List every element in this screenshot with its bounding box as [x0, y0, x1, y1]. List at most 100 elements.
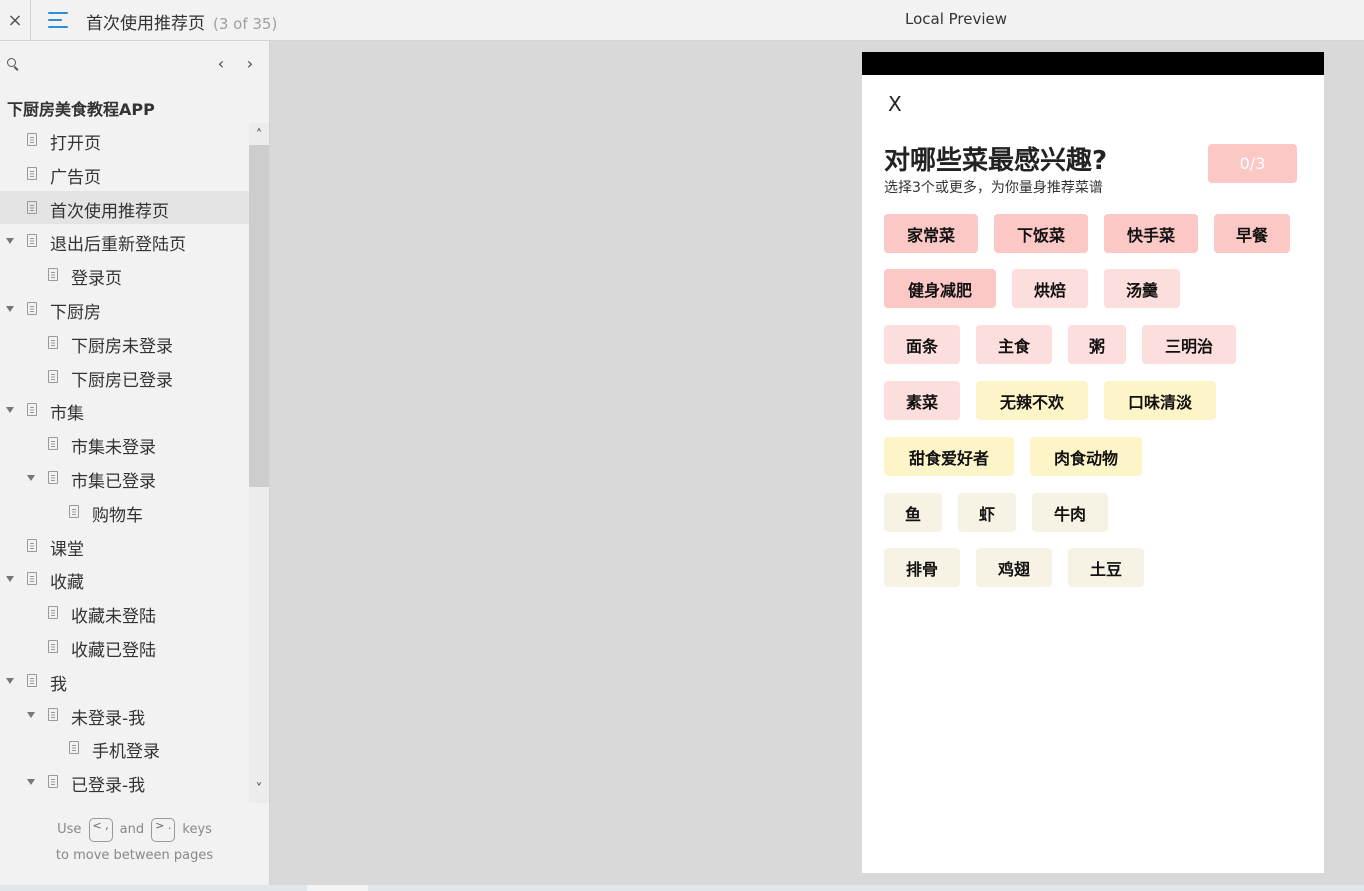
- search-icon[interactable]: [7, 58, 16, 67]
- interest-tag[interactable]: 三明治: [1142, 325, 1236, 364]
- expand-arrow-icon[interactable]: [6, 407, 14, 414]
- interest-tag[interactable]: 粥: [1068, 325, 1126, 364]
- tree-item[interactable]: 退出后重新登陆页: [0, 224, 249, 258]
- tree-item-label: 我: [50, 674, 67, 695]
- close-button[interactable]: X: [888, 92, 902, 116]
- expand-arrow-icon[interactable]: [27, 779, 35, 786]
- tree-item[interactable]: 未登录-我: [0, 698, 249, 732]
- interest-tag[interactable]: 面条: [884, 325, 960, 364]
- interest-tag[interactable]: 汤羹: [1104, 269, 1180, 308]
- interest-tag[interactable]: 鸡翅: [976, 548, 1052, 587]
- interest-tag[interactable]: 家常菜: [884, 214, 978, 253]
- page-doc-icon: [48, 470, 58, 484]
- tree-item[interactable]: 已登录-我: [0, 765, 249, 799]
- expand-arrow-icon[interactable]: [6, 576, 14, 583]
- interest-tag[interactable]: 鱼: [884, 493, 942, 532]
- expand-arrow-icon[interactable]: [27, 711, 35, 718]
- tree-item[interactable]: 购物车: [0, 495, 249, 529]
- tree-item[interactable]: 我: [0, 664, 249, 698]
- interest-tag[interactable]: 快手菜: [1104, 214, 1198, 253]
- hint-keys: keys: [182, 822, 212, 837]
- interest-tag[interactable]: 肉食动物: [1030, 437, 1142, 476]
- tree-item[interactable]: 下厨房已登录: [0, 360, 249, 394]
- scroll-down-icon[interactable]: ˅: [249, 779, 269, 799]
- question-title: 对哪些菜最感兴趣?: [884, 146, 1108, 176]
- tree-item-label: 市集已登录: [71, 471, 156, 492]
- scroll-up-icon[interactable]: ˄: [249, 125, 269, 145]
- expand-arrow-icon[interactable]: [27, 474, 35, 481]
- tree-item[interactable]: 下厨房未登录: [0, 326, 249, 360]
- prev-page-button[interactable]: ‹: [213, 53, 229, 73]
- page-title-text: 首次使用推荐页: [86, 14, 205, 34]
- next-page-button[interactable]: ›: [242, 53, 258, 73]
- tree-item-label: 收藏: [50, 573, 84, 594]
- tree-item-label: 手机登录: [92, 742, 160, 763]
- page-doc-icon: [48, 606, 58, 620]
- interest-tag[interactable]: 素菜: [884, 381, 960, 420]
- hint-and: and: [119, 822, 145, 837]
- tree-item[interactable]: 市集未登录: [0, 427, 249, 461]
- interest-tag[interactable]: 烘焙: [1012, 269, 1088, 308]
- tree-item[interactable]: 手机登录: [0, 731, 249, 765]
- interest-tag[interactable]: 主食: [976, 325, 1052, 364]
- tree-item[interactable]: 广告页: [0, 157, 249, 191]
- tree-item-label: 退出后重新登陆页: [50, 235, 186, 256]
- phone-preview: X 对哪些菜最感兴趣? 选择3个或更多，为你量身推荐菜谱 0/3 家常菜 下饭菜快…: [862, 52, 1324, 873]
- tree-item[interactable]: 市集已登录: [0, 461, 249, 495]
- tree-item[interactable]: 收藏未登陆: [0, 596, 249, 630]
- page-doc-icon: [27, 572, 37, 586]
- interest-tag[interactable]: 牛肉: [1032, 493, 1108, 532]
- tree-item-label: 收藏已登陆: [71, 640, 156, 661]
- tree-item[interactable]: 市集: [0, 393, 249, 427]
- tree-item-label: 市集: [50, 404, 84, 425]
- tree-item-label: 下厨房未登录: [71, 336, 173, 357]
- hamburger-menu-icon[interactable]: [48, 10, 68, 30]
- page-doc-icon: [48, 775, 58, 789]
- page-doc-icon: [48, 335, 58, 349]
- interest-tag[interactable]: 早餐: [1214, 214, 1290, 253]
- page-doc-icon: [48, 437, 58, 451]
- interest-tag[interactable]: 虾: [958, 493, 1016, 532]
- tree-item[interactable]: 首次使用推荐页: [0, 190, 249, 225]
- scrollbar-thumb[interactable]: [249, 145, 269, 487]
- expand-arrow-icon[interactable]: [6, 677, 14, 684]
- project-title: 下厨房美食教程APP: [7, 100, 155, 119]
- page-count: (3 of 35): [213, 15, 278, 33]
- tree-item[interactable]: 登录页: [0, 258, 249, 292]
- tree-item-label: 下厨房: [50, 302, 101, 323]
- page-doc-icon: [27, 133, 37, 146]
- interest-tag[interactable]: 下饭菜: [994, 214, 1088, 253]
- close-icon[interactable]: ×: [0, 0, 31, 41]
- tree-item[interactable]: 收藏: [0, 562, 249, 596]
- tree-item-label: 收藏未登陆: [71, 607, 156, 628]
- page-title: 首次使用推荐页 (3 of 35): [86, 9, 277, 34]
- hint-line2: to move between pages: [55, 848, 214, 863]
- status-bar: [862, 52, 1324, 75]
- sidebar: ‹ › 下厨房美食教程APP 打开页广告页首次使用推荐页 退出后重新登陆页登录页下…: [0, 41, 270, 885]
- page-doc-icon: [27, 403, 37, 417]
- tree-item-label: 课堂: [50, 539, 84, 560]
- tree-item-label: 广告页: [50, 167, 101, 188]
- tree-item-label: 首次使用推荐页: [50, 201, 169, 222]
- tree-item[interactable]: 下厨房: [0, 292, 249, 326]
- tree-item-label: 购物车: [92, 505, 143, 526]
- keyboard-hint: Use < , and > . keys to move between pag…: [0, 817, 269, 869]
- interest-tag[interactable]: 无辣不欢: [976, 381, 1088, 420]
- interest-tag[interactable]: 排骨: [884, 548, 960, 587]
- next-key-icon: > .: [151, 817, 176, 842]
- page-doc-icon: [48, 707, 58, 721]
- expand-arrow-icon[interactable]: [6, 305, 14, 312]
- selection-count-button[interactable]: 0/3: [1208, 144, 1297, 183]
- interest-tag[interactable]: 土豆: [1068, 548, 1144, 587]
- interest-tag[interactable]: 健身减肥: [884, 269, 996, 308]
- tree-item-label: 已登录-我: [71, 776, 146, 797]
- tree-item[interactable]: 打开页: [0, 123, 249, 157]
- page-doc-icon: [27, 301, 37, 315]
- interest-tag[interactable]: 口味清淡: [1104, 381, 1216, 420]
- tree-item-label: 登录页: [71, 269, 122, 290]
- tree-item[interactable]: 课堂: [0, 529, 249, 563]
- expand-arrow-icon[interactable]: [6, 238, 14, 245]
- tree-item[interactable]: 收藏已登陆: [0, 630, 249, 664]
- page-doc-icon: [48, 369, 58, 383]
- interest-tag[interactable]: 甜食爱好者: [884, 437, 1014, 476]
